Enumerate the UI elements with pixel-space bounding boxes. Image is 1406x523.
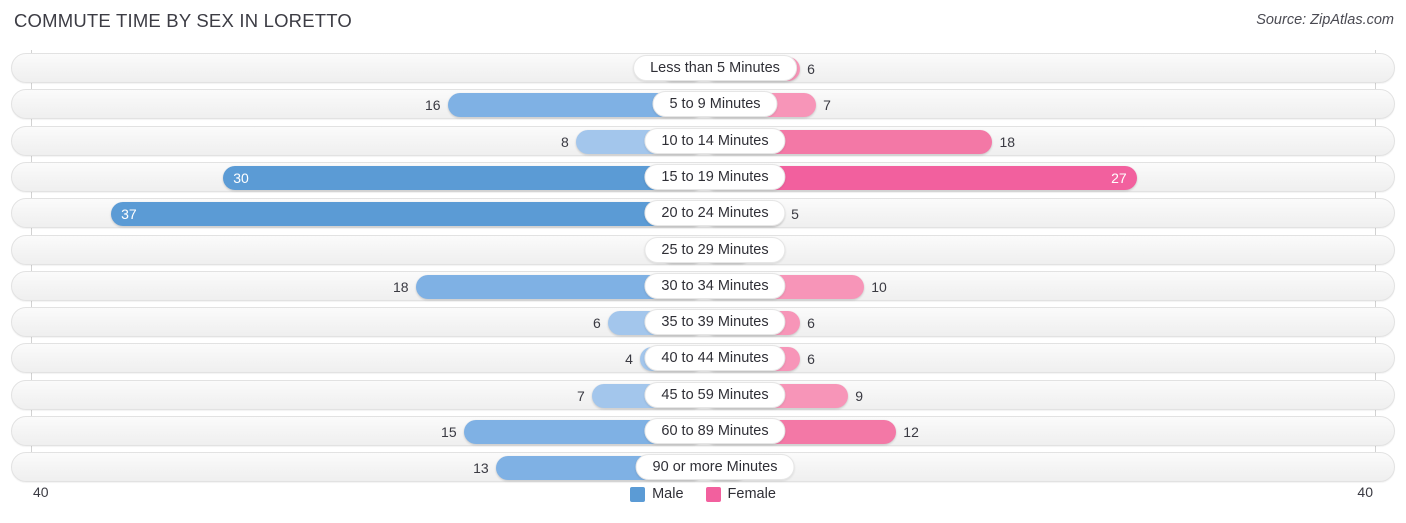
table-row: 13090 or more Minutes [11,452,1395,483]
table-row: 16 7 5 to 9 Minutes [11,89,1395,120]
table-row: 1325 to 29 Minutes [11,234,1395,265]
legend-item-female[interactable]: Female [705,486,776,502]
category-label: 5 to 9 Minutes [652,91,778,118]
bar-value-female: 6 [807,315,815,332]
bar-value-female: 12 [903,424,919,440]
bar-male-fill [223,165,704,190]
bar-value-female: 9 [855,387,864,404]
bar-value-male: 18 [392,278,409,295]
category-label: 10 to 14 Minutes [644,127,786,154]
bar-value-male: 16 [425,97,441,114]
table-row: 30 27 15 to 19 Minutes [11,161,1395,192]
source-attribution: Source: ZipAtlas.com [1256,12,1394,28]
bar-value-female: 5 [791,206,799,223]
category-label: 20 to 24 Minutes [644,200,786,227]
bar-value-male: 4 [625,351,633,368]
table-row: 8 18 10 to 14 Minutes [11,125,1395,156]
bar-value-female: 6 [807,351,815,368]
legend-swatch-female-icon [705,486,721,502]
bar-value-female: 6 [807,61,815,77]
bar-male[interactable]: 37 [111,202,704,227]
chart-container: COMMUTE TIME BY SEX IN LORETTO Source: Z… [0,0,1406,523]
category-label: 35 to 39 Minutes [644,309,786,336]
table-row: 18 10 30 to 34 Minutes [11,270,1395,301]
table-row: 16Less than 5 Minutes [11,53,1395,83]
bar-male[interactable]: 30 [223,165,704,190]
legend-item-male[interactable]: Male [630,486,684,502]
bar-male-fill [111,202,704,227]
category-label: 30 to 34 Minutes [644,272,786,299]
table-row: 6 6 35 to 39 Minutes [11,307,1395,338]
table-row: 4 6 40 to 44 Minutes [11,343,1395,374]
legend-label-male: Male [652,486,684,502]
category-label: 25 to 29 Minutes [644,236,786,263]
bar-value-male: 37 [121,206,137,223]
category-label: 60 to 89 Minutes [644,418,786,444]
chart-legend: Male Female [0,486,1406,502]
category-label: 40 to 44 Minutes [644,345,786,372]
bar-value-male: 13 [473,460,489,477]
bar-value-male: 6 [593,315,601,332]
legend-swatch-male-icon [630,486,646,502]
category-label: 45 to 59 Minutes [644,381,786,408]
bar-value-male: 7 [577,387,585,404]
bar-value-female: 18 [999,133,1016,150]
plot-area: 16 Less than 5 Minutes 16 7 5 to 9 Minutes 8 1… [0,50,1406,483]
bar-value-male: 8 [561,133,569,150]
category-label: 15 to 19 Minutes [644,163,786,190]
bar-value-male: 15 [441,424,457,440]
legend-label-female: Female [727,486,776,502]
bar-value-female: 27 [1111,169,1127,186]
bar-value-female: 10 [871,278,887,295]
page-title: COMMUTE TIME BY SEX IN LORETTO [14,10,353,31]
table-row: 37 5 20 to 24 Minutes [11,198,1395,229]
bar-value-male: 30 [233,169,249,186]
bar-value-female: 7 [823,97,831,114]
table-row: 7 9 45 to 59 Minutes [11,379,1395,410]
category-label: Less than 5 Minutes [633,55,797,81]
category-label: 90 or more Minutes [635,454,795,481]
table-row: 15 12 60 to 89 Minutes [11,416,1395,446]
